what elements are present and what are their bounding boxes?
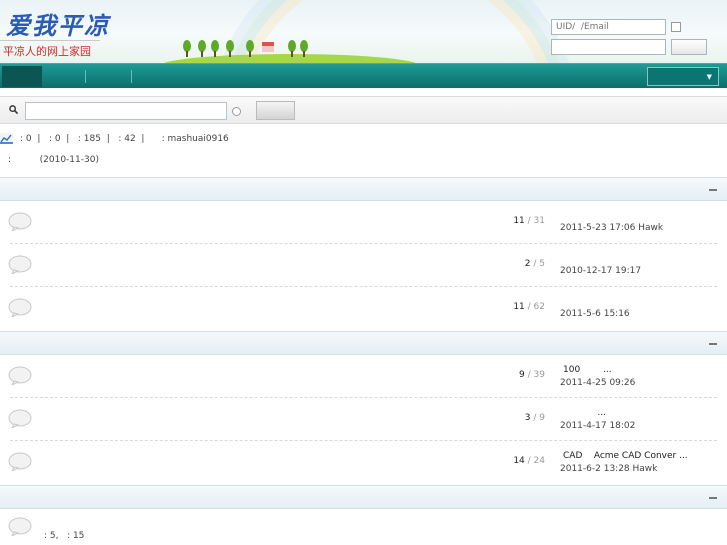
stats-birthday-text: : (2010-11-30) <box>8 155 99 165</box>
chevron-down-icon: ▼ <box>706 73 712 81</box>
speech-bubble-icon <box>8 409 32 428</box>
forum-counts: 9 / 39 <box>519 370 545 380</box>
last-post-time[interactable]: 2010-12-17 19:17 <box>560 266 641 276</box>
search-input[interactable] <box>25 102 227 120</box>
forum-summary-text: : 5, : 15 <box>44 531 85 541</box>
last-post-title[interactable]: 100 ... <box>563 365 612 375</box>
forum-row[interactable]: : 5, : 15 <box>0 509 727 545</box>
last-post-time: 2011-6-2 13:28 Hawk <box>560 464 658 474</box>
search-scope-radio[interactable] <box>232 107 241 116</box>
tree-icon <box>226 40 234 57</box>
site-subtitle: 平凉人的网上家园 <box>3 45 91 58</box>
speech-bubble-icon <box>8 255 32 274</box>
password-input[interactable] <box>551 39 666 55</box>
last-post-time[interactable]: 2011-5-6 15:16 <box>560 309 630 319</box>
uid-email-input[interactable] <box>551 19 666 35</box>
search-bar <box>0 96 727 124</box>
nav-divider <box>85 70 86 83</box>
forum-row[interactable]: 14 / 24 CAD Acme CAD Conver ... 2011-6-2… <box>0 441 727 484</box>
nav-item-home[interactable] <box>2 66 42 87</box>
last-post-title[interactable]: CAD Acme CAD Conver ... <box>563 451 688 461</box>
site-logo[interactable]: 爱我平凉 <box>6 6 110 41</box>
search-icon <box>9 105 18 114</box>
header: 爱我平凉 平凉人的网上家园 <box>0 0 727 63</box>
house-icon <box>262 42 274 52</box>
forum-row[interactable]: 11 / 62 2011-5-6 15:16 <box>0 287 727 330</box>
nav-dropdown[interactable]: ▼ <box>647 67 719 86</box>
forum-counts: 14 / 24 <box>513 456 545 466</box>
speech-bubble-icon <box>8 452 32 471</box>
tree-icon <box>288 40 296 57</box>
collapse-icon[interactable] <box>709 343 717 345</box>
last-post-time: 2011-4-25 09:26 <box>560 378 636 388</box>
remember-me-checkbox[interactable] <box>671 22 681 32</box>
nav-divider <box>131 70 132 83</box>
logo-divider <box>0 40 100 41</box>
last-post-title[interactable]: ... <box>563 408 606 418</box>
category-header[interactable] <box>0 177 727 201</box>
speech-bubble-icon <box>8 517 32 536</box>
forum-row[interactable]: 11 / 31 2011-5-23 17:06 Hawk <box>0 201 727 244</box>
tree-icon <box>211 40 219 57</box>
speech-bubble-icon <box>8 298 32 317</box>
forum-row[interactable]: 9 / 39 100 ... 2011-4-25 09:26 <box>0 355 727 398</box>
tree-icon <box>300 40 308 57</box>
last-post-time: 2011-4-17 18:02 <box>560 421 636 431</box>
search-button[interactable] <box>256 101 295 120</box>
forum-page: 爱我平凉 平凉人的网上家园 ▼ : 0 | : <box>0 0 727 545</box>
forum-row[interactable]: 3 / 9 ... 2011-4-17 18:02 <box>0 398 727 441</box>
speech-bubble-icon <box>8 366 32 385</box>
collapse-icon[interactable] <box>709 497 717 499</box>
tree-icon <box>198 40 206 57</box>
tree-icon <box>183 40 191 57</box>
speech-bubble-icon <box>8 212 32 231</box>
stats-text: : 0 | : 0 | : 185 | : 42 | : mashuai0916 <box>20 134 229 144</box>
category-header[interactable] <box>0 331 727 355</box>
forum-counts: 2 / 5 <box>524 259 545 269</box>
chart-icon <box>0 133 13 144</box>
main-nav: ▼ <box>0 63 727 88</box>
forum-row[interactable]: 2 / 5 2010-12-17 19:17 <box>0 244 727 287</box>
collapse-icon[interactable] <box>709 189 717 191</box>
category-header[interactable] <box>0 485 727 509</box>
forum-counts: 3 / 9 <box>524 413 545 423</box>
last-post-time[interactable]: 2011-5-23 17:06 Hawk <box>560 223 663 233</box>
forum-counts: 11 / 62 <box>513 302 545 312</box>
login-button[interactable] <box>671 39 707 55</box>
tree-icon <box>246 40 254 57</box>
forum-counts: 11 / 31 <box>513 216 545 226</box>
